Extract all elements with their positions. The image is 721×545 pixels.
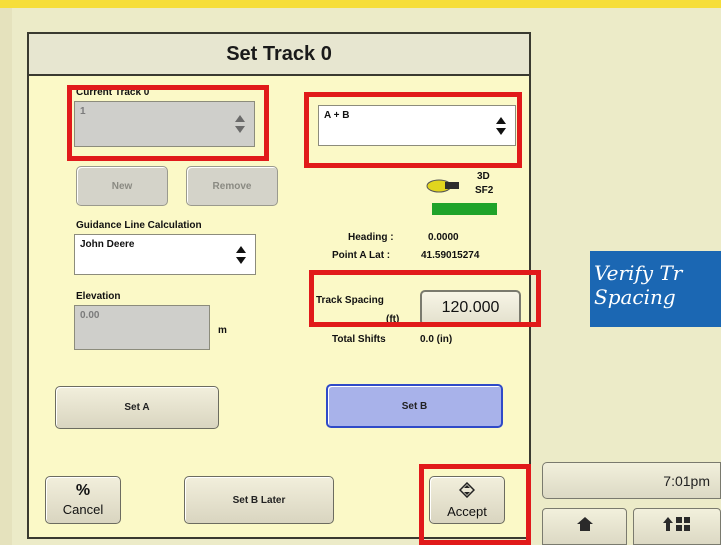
- menu-up-button[interactable]: [633, 508, 721, 545]
- point-a-lat-value: 41.59015274: [421, 250, 480, 261]
- track-spacing-label: Track Spacing: [316, 295, 384, 306]
- signal-strength-bar: [432, 203, 497, 215]
- line-method-value: A + B: [324, 110, 350, 121]
- heading-value: 0.0000: [428, 232, 459, 243]
- total-shifts-value: 0.0 (in): [420, 334, 453, 345]
- caption-line-1: Verify Tr: [594, 261, 683, 285]
- instruction-caption: Verify Tr Spacing: [590, 251, 721, 327]
- cancel-button[interactable]: % Cancel: [45, 476, 121, 524]
- set-track-dialog: Set Track 0 Current Track 0 1 A + B New …: [27, 32, 531, 539]
- set-b-later-button[interactable]: Set B Later: [184, 476, 334, 524]
- set-a-button[interactable]: Set A: [55, 386, 219, 429]
- chevron-updown-icon: [234, 114, 246, 134]
- track-spacing-value-button[interactable]: 120.000: [420, 290, 521, 326]
- guidance-line-select[interactable]: John Deere: [74, 234, 256, 275]
- current-track-value: 1: [80, 106, 86, 117]
- set-b-button[interactable]: Set B: [326, 384, 503, 428]
- line-method-select[interactable]: A + B: [318, 105, 516, 146]
- gps-mode: 3D: [477, 171, 490, 182]
- current-track-label: Current Track 0: [76, 87, 150, 98]
- heading-label: Heading :: [348, 232, 394, 243]
- cancel-label: Cancel: [62, 502, 104, 517]
- elevation-value: 0.00: [80, 310, 100, 321]
- caption-line-2: Spacing: [594, 285, 676, 309]
- menu-up-icon: [662, 515, 692, 538]
- chevron-updown-icon: [495, 116, 507, 136]
- new-track-button[interactable]: New: [76, 166, 168, 206]
- remove-track-button[interactable]: Remove: [186, 166, 278, 206]
- top-status-strip: [0, 0, 721, 8]
- cancel-slash-icon: %: [75, 482, 91, 499]
- guidance-line-value: John Deere: [80, 239, 135, 250]
- guidance-line-label: Guidance Line Calculation: [76, 220, 202, 231]
- home-icon: [576, 516, 594, 537]
- current-track-select[interactable]: 1: [74, 101, 255, 147]
- gps-receiver-icon: [425, 174, 461, 194]
- left-edge-band: [0, 8, 12, 545]
- elevation-label: Elevation: [76, 291, 121, 302]
- elevation-unit: m: [218, 325, 227, 336]
- elevation-field[interactable]: 0.00: [74, 305, 210, 350]
- dialog-title: Set Track 0: [29, 34, 529, 76]
- track-spacing-unit: (ft): [386, 314, 400, 325]
- total-shifts-label: Total Shifts: [332, 334, 386, 345]
- chevron-updown-icon: [235, 245, 247, 265]
- accept-button[interactable]: Accept: [429, 476, 505, 524]
- clock-display: 7:01pm: [542, 462, 721, 499]
- gps-signal: SF2: [475, 185, 494, 196]
- accept-arrow-icon: [458, 481, 476, 501]
- point-a-lat-label: Point A Lat :: [332, 250, 391, 261]
- home-button[interactable]: [542, 508, 627, 545]
- accept-label: Accept: [447, 503, 487, 519]
